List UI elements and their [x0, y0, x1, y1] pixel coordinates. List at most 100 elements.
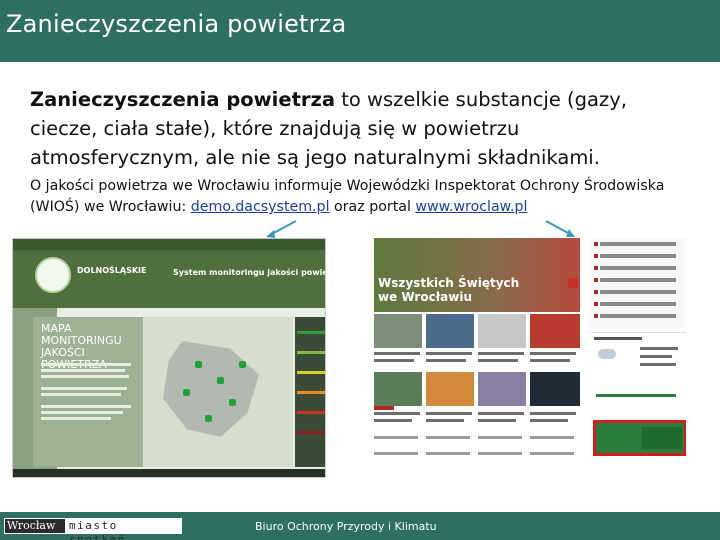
legend-bar: [297, 431, 325, 434]
legend-bar: [297, 371, 325, 374]
weather-title-line: [594, 337, 642, 340]
quality-legend: [295, 317, 325, 467]
footer-department: Biuro Ochrony Przyrody i Klimatu: [255, 520, 437, 533]
sidebar-link: [600, 242, 676, 246]
weather-text-line: [640, 347, 678, 350]
link-bullet-icon: [594, 314, 598, 318]
news-caption-line: [426, 419, 464, 422]
arrow-to-right-screenshot: [545, 220, 575, 237]
news-caption-line: [426, 412, 472, 415]
news-caption-line: [374, 436, 418, 439]
news-photo: [374, 372, 422, 406]
wroclaw-logo: Wrocław miasto spotkań: [4, 518, 182, 540]
air-quality-index-box: [642, 427, 682, 449]
weather-text-line: [640, 355, 672, 358]
news-caption-line: [530, 436, 574, 439]
screenshot-footer: [13, 469, 325, 477]
news-caption-line: [426, 452, 470, 455]
sidebar-link: [600, 314, 676, 318]
link-bullet-icon: [594, 266, 598, 270]
weather-text-line: [640, 363, 676, 366]
link-bullet-icon: [594, 254, 598, 258]
news-caption-line: [478, 436, 522, 439]
link-bullet-icon: [594, 290, 598, 294]
logo-slogan: miasto spotkań: [69, 519, 126, 540]
slide-title: Zanieczyszczenia powietrza: [6, 10, 347, 38]
panel-text-line: [41, 417, 111, 420]
info-paragraph: O jakości powietrza we Wrocławiu informu…: [30, 176, 700, 218]
panel-text-line: [41, 387, 127, 390]
portal-sidebar-links: [590, 238, 686, 328]
station-marker-icon: [239, 361, 246, 368]
news-caption-line: [374, 412, 420, 415]
info-connector: oraz portal: [329, 199, 416, 215]
news-caption-line: [530, 412, 576, 415]
news-caption-line: [530, 352, 576, 355]
sidebar-link: [600, 266, 676, 270]
news-caption-line: [426, 436, 470, 439]
news-photo: [530, 314, 580, 348]
logo-city-name: Wrocław: [5, 519, 65, 533]
link-demo-dacsystem[interactable]: demo.dacsystem.pl: [191, 199, 330, 215]
section-title-line: [596, 394, 676, 397]
environment-section-title: [590, 390, 686, 400]
definition-paragraph: Zanieczyszczenia powietrza to wszelkie s…: [30, 85, 690, 172]
link-bullet-icon: [594, 302, 598, 306]
news-caption-line: [478, 452, 522, 455]
news-caption-line: [374, 359, 414, 362]
news-caption-line: [478, 352, 524, 355]
news-caption-line: [374, 452, 418, 455]
news-caption-line: [530, 359, 570, 362]
link-wroclaw-portal[interactable]: www.wroclaw.pl: [415, 199, 527, 215]
news-photo: [478, 314, 526, 348]
legend-bar: [297, 411, 325, 414]
news-caption-line: [374, 419, 412, 422]
news-category-tag: [374, 406, 394, 410]
system-title: System monitoringu jakości powietrza: [173, 268, 325, 277]
sidebar-link: [600, 290, 676, 294]
air-quality-widget[interactable]: [593, 420, 686, 456]
news-caption-line: [478, 412, 524, 415]
news-caption-line: [426, 352, 472, 355]
news-photo: [530, 372, 580, 406]
news-caption-line: [478, 359, 518, 362]
news-photo: [478, 372, 526, 406]
station-marker-icon: [183, 389, 190, 396]
station-marker-icon: [229, 399, 236, 406]
news-caption-line: [530, 452, 574, 455]
news-caption-line: [530, 419, 568, 422]
link-bullet-icon: [594, 278, 598, 282]
panel-text-line: [41, 411, 123, 414]
title-bar: Zanieczyszczenia powietrza: [0, 0, 720, 62]
sidebar-link: [600, 254, 676, 258]
legend-bar: [297, 391, 325, 394]
wios-monitoring-screenshot: DOLNOŚLĄSKIE System monitoringu jakości …: [12, 238, 326, 478]
wroclaw-portal-screenshot: Wszystkich Świętych we Wrocławiu: [374, 238, 686, 478]
arrow-to-left-screenshot: [266, 220, 297, 238]
panel-text-line: [41, 363, 131, 366]
news-photo: [374, 314, 422, 348]
definition-term: Zanieczyszczenia powietrza: [30, 88, 336, 111]
station-marker-icon: [195, 361, 202, 368]
link-bullet-icon: [594, 242, 598, 246]
legend-bar: [297, 351, 325, 354]
region-name: DOLNOŚLĄSKIE: [77, 266, 147, 275]
screenshot-top-nav: [13, 239, 325, 250]
region-emblem-icon: [35, 257, 71, 293]
news-caption-line: [426, 359, 466, 362]
map-info-panel: MAPA MONITORINGU JAKOŚCI POWIETRZA: [33, 317, 143, 467]
panel-text-line: [41, 405, 131, 408]
panel-text-line: [41, 393, 121, 396]
sidebar-link: [600, 278, 676, 282]
banner-next-icon: [568, 278, 578, 288]
station-marker-icon: [217, 377, 224, 384]
news-photo: [426, 314, 474, 348]
panel-text-line: [41, 369, 125, 372]
weather-widget: [590, 332, 686, 388]
weather-cloud-icon: [598, 349, 616, 359]
legend-bar: [297, 331, 325, 334]
news-caption-line: [374, 352, 420, 355]
panel-text-line: [41, 375, 129, 378]
news-caption-line: [478, 419, 516, 422]
station-marker-icon: [205, 415, 212, 422]
